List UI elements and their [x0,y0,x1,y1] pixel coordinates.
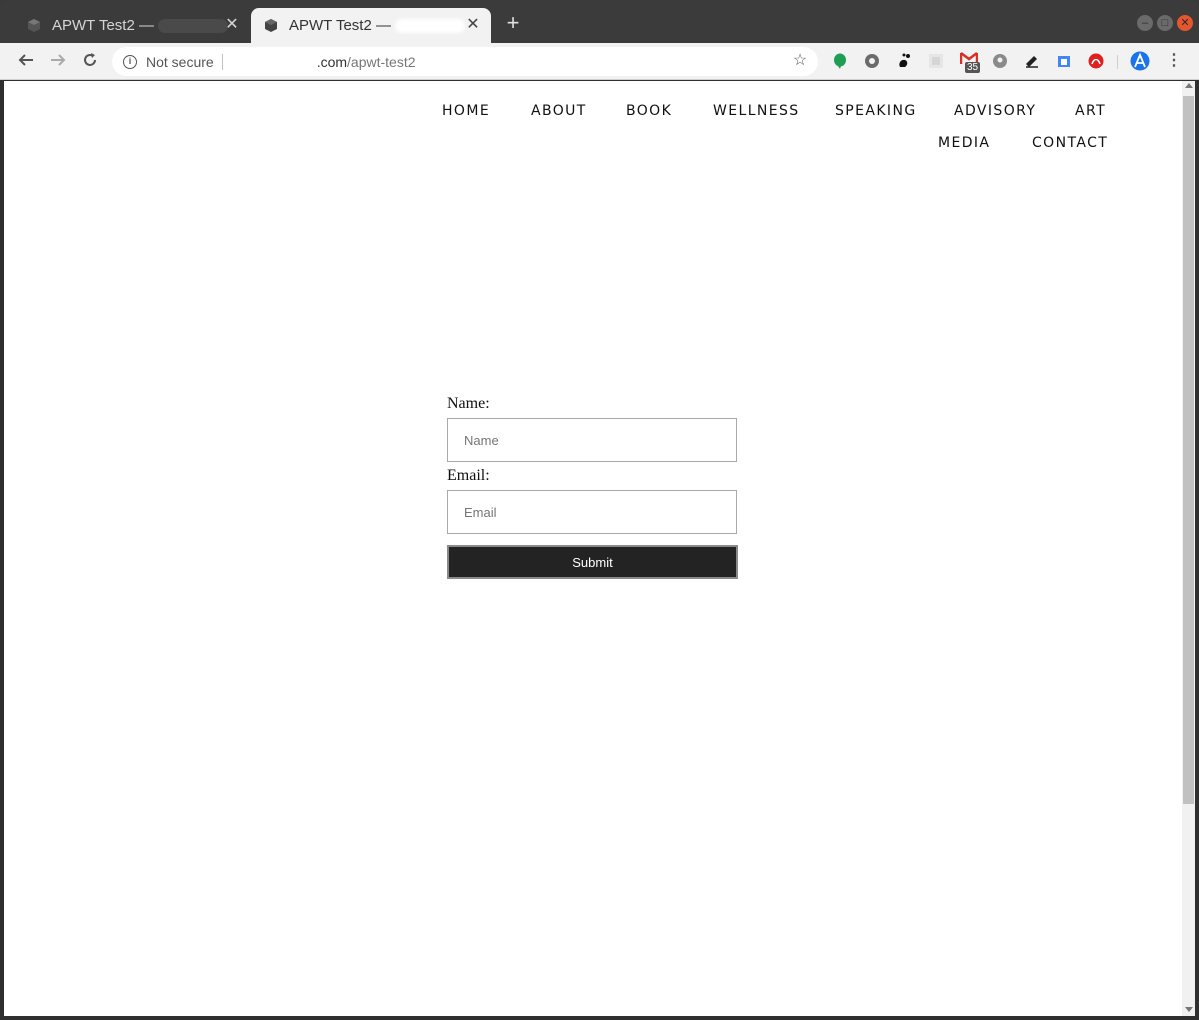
window-right-border [1195,81,1199,1020]
back-button[interactable] [16,51,36,71]
submit-label: Submit [572,554,613,570]
tab-title: APWT Test2 — [52,17,228,34]
name-placeholder: Name [464,432,499,448]
window-bottom-border [0,1016,1199,1020]
tab-title: APWT Test2 — [289,17,465,34]
browser-window: APWT Test2 — ✕ APWT Test2 — ✕ + – □ ✕ i [0,0,1199,1020]
nav-link-media[interactable]: MEDIA [938,135,990,151]
gmail-badge: 35 [965,62,981,73]
nav-link-speaking[interactable]: SPEAKING [835,103,917,119]
scroll-down-arrow-icon[interactable] [1185,1007,1193,1012]
nav-link-art[interactable]: ART [1075,103,1106,119]
nav-link-contact[interactable]: CONTACT [1032,135,1108,151]
maximize-window-button[interactable]: □ [1157,15,1173,31]
close-window-button[interactable]: ✕ [1177,15,1193,31]
gear-ext-icon[interactable] [864,53,880,69]
nav-link-book[interactable]: BOOK [626,103,672,119]
gnome-ext-icon[interactable] [896,53,912,69]
scroll-up-arrow-icon[interactable] [1185,83,1193,88]
tab-active[interactable]: APWT Test2 — ✕ [251,8,491,43]
page-scrollbar[interactable] [1182,81,1195,1016]
nav-link-advisory[interactable]: ADVISORY [954,103,1036,119]
omnibox-separator [221,53,223,70]
email-input[interactable]: Email [447,490,737,534]
email-placeholder: Email [464,504,497,520]
address-bar[interactable]: i Not secure .com/apwt-test2 ☆ [112,47,818,76]
back-arrow-icon [18,54,33,66]
name-input[interactable]: Name [447,418,737,462]
info-icon[interactable]: i [123,54,137,69]
reload-button[interactable] [80,51,100,71]
email-label: Email: [447,467,490,484]
cube-favicon-icon [28,18,40,32]
name-label: Name: [447,395,490,412]
nav-link-home[interactable]: HOME [442,103,490,119]
evernote-icon[interactable] [832,53,848,69]
minimize-window-button[interactable]: – [1137,15,1153,31]
forward-arrow-icon [51,54,66,66]
nav-link-wellness[interactable]: WELLNESS [713,103,800,119]
calendar-ext-icon[interactable] [1056,53,1072,69]
extensions-separator [1117,55,1118,69]
adobe-ext-icon[interactable] [1088,53,1104,69]
gmail-icon[interactable]: 35 [959,51,982,73]
submit-button[interactable]: Submit [447,545,738,579]
tab-strip: APWT Test2 — ✕ APWT Test2 — ✕ + – □ ✕ [0,0,1199,43]
bookmark-star-icon[interactable]: ☆ [792,53,808,69]
form-spacer [447,534,739,545]
pen-ext-icon[interactable] [1024,53,1040,69]
profile-avatar-icon[interactable] [1130,51,1150,71]
nav-link-about[interactable]: ABOUT [531,103,587,119]
cube-favicon-icon [265,18,277,32]
tab-inactive[interactable]: APWT Test2 — ✕ [4,8,250,43]
new-tab-button[interactable]: + [503,12,523,34]
scroll-thumb[interactable] [1183,96,1194,804]
browser-toolbar: i Not secure .com/apwt-test2 ☆ 35 ⋮ [0,43,1199,80]
url-text[interactable]: .com/apwt-test2 [317,54,416,70]
tab-close-icon[interactable]: ✕ [465,17,481,33]
location-ext-icon[interactable] [992,53,1008,69]
ext-placeholder-icon[interactable] [928,53,944,69]
browser-menu-icon[interactable]: ⋮ [1166,52,1182,70]
url-host-redacted [235,56,317,68]
tab-close-icon[interactable]: ✕ [224,17,240,33]
security-label[interactable]: Not secure [146,54,214,70]
signup-form: Name: Name Email: Email Submit [447,395,739,579]
forward-button[interactable] [48,51,68,71]
reload-icon [84,53,96,66]
